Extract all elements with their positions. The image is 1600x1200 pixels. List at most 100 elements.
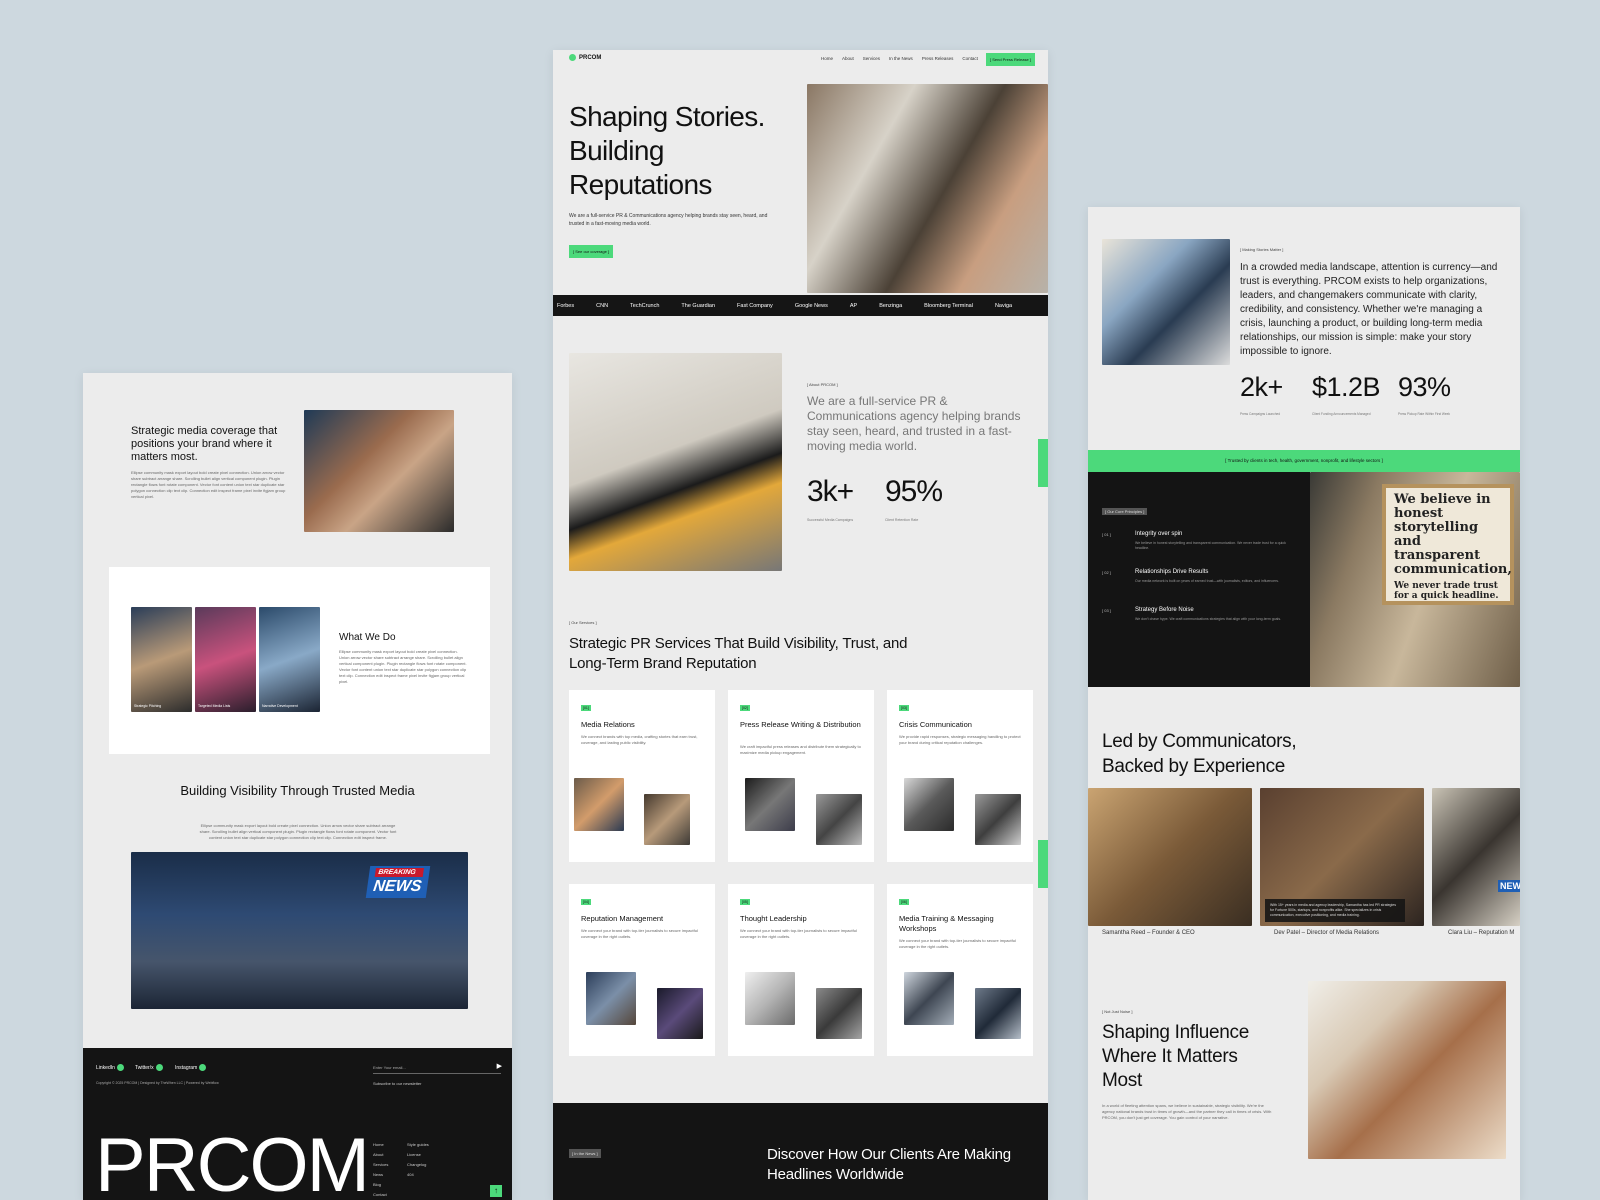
service-body: We connect your brand with top-tier jour…: [899, 938, 1016, 949]
team-photo-clara[interactable]: NEW: [1432, 788, 1520, 926]
nav-about[interactable]: About: [842, 56, 854, 61]
main-nav: Home About Services In the News Press Re…: [821, 56, 978, 61]
service-number: [05]: [740, 899, 750, 905]
hero-title: Shaping Stories. Building Reputations: [569, 101, 765, 200]
not-just-noise-tag: [ Not Just Noise ]: [1102, 1009, 1133, 1014]
stat-press-campaigns: 2k+ Press Campaigns Launched: [1240, 372, 1283, 420]
stat-value: 95%: [885, 475, 943, 508]
logo-fast-company: Fast Company: [737, 302, 773, 309]
about-tag: [ About PRCOM ]: [807, 382, 838, 387]
nav-services[interactable]: Services: [863, 56, 880, 61]
principle-title: Strategy Before Noise: [1135, 607, 1194, 613]
service-body: We connect your brand with top-tier jour…: [581, 928, 698, 939]
newsletter-email-input[interactable]: Enter Your email...: [373, 1065, 501, 1074]
team-name: Clara Liu – Reputation M: [1448, 930, 1515, 936]
stat-value: $1.2B: [1312, 372, 1381, 402]
service-body: We craft impactful press releases and di…: [740, 744, 861, 755]
service-image: [975, 988, 1021, 1039]
principle-number: [ 03 ]: [1102, 608, 1111, 613]
service-card-thought-leadership[interactable]: [05] Thought Leadership We connect your …: [728, 884, 874, 1056]
nav-home[interactable]: Home: [821, 56, 833, 61]
team-photo-samantha[interactable]: [1088, 788, 1252, 926]
footer-link-license[interactable]: License: [407, 1150, 429, 1160]
footer-link-news[interactable]: News: [373, 1170, 388, 1180]
handshake-image: [1102, 239, 1230, 365]
stat-label: Press Pickup Rate Within First Week: [1398, 412, 1451, 416]
back-to-top-button[interactable]: ↑: [490, 1185, 502, 1197]
service-card-media-training[interactable]: [06] Media Training & Messaging Workshop…: [887, 884, 1033, 1056]
side-tab-press[interactable]: [1038, 439, 1048, 487]
service-image: [574, 778, 624, 831]
quote-main: We believe in honest storytelling and tr…: [1394, 492, 1512, 577]
send-arrow-icon[interactable]: ▶: [497, 1062, 502, 1070]
service-title: Thought Leadership: [740, 914, 807, 923]
news-label: NEWS: [372, 878, 423, 895]
side-tab-view-all-services[interactable]: [1038, 840, 1048, 888]
mission-tag: [ Making Stories Matter ]: [1240, 247, 1284, 252]
service-card-press-release[interactable]: [02] Press Release Writing & Distributio…: [728, 690, 874, 862]
linkedin-label: LinkedIn: [96, 1064, 115, 1071]
footer-link-changelog[interactable]: Changelog: [407, 1160, 429, 1170]
team-bio-overlay: With 15+ years in media and agency leade…: [1265, 899, 1405, 922]
stat-client-funding: $1.2B Client Funding Announcements Manag…: [1312, 372, 1381, 420]
logo-text: PRCOM: [579, 54, 602, 61]
core-principles-section: [ Our Core Principles ] [ 01 ] Integrity…: [1088, 472, 1310, 687]
woman-phone-image: [1308, 981, 1506, 1159]
footer-brand-wordmark: PRCOM: [95, 1123, 370, 1200]
visibility-heading: Building Visibility Through Trusted Medi…: [180, 783, 415, 798]
service-title: Reputation Management: [581, 914, 664, 923]
footer-link-home[interactable]: Home: [373, 1140, 388, 1150]
team-photo-dev[interactable]: With 15+ years in media and agency leade…: [1260, 788, 1424, 926]
tile-narrative-development[interactable]: Narrative Development: [259, 607, 320, 712]
service-image: [816, 794, 862, 845]
printer-team-image: [569, 353, 782, 571]
intro-body: Ellipse community mask export layout bol…: [131, 470, 286, 499]
trusted-by-banner: [ Trusted by clients in tech, health, go…: [1088, 450, 1520, 472]
office-quote-image: We believe in honest storytelling and tr…: [1310, 472, 1520, 687]
nav-contact[interactable]: Contact: [962, 56, 978, 61]
principle-body: We believe in honest storytelling and tr…: [1135, 541, 1286, 550]
service-image: [904, 778, 954, 831]
service-image: [816, 988, 862, 1039]
footer-link-contact[interactable]: Contact: [373, 1190, 388, 1200]
see-coverage-button[interactable]: [ See our coverage ]: [569, 245, 614, 258]
arrow-icon: [155, 1064, 163, 1071]
newsletter-label: Subscribe to our newsletter: [373, 1081, 422, 1086]
center-page-preview: PRCOM Home About Services In the News Pr…: [553, 50, 1048, 1200]
service-image: [975, 794, 1021, 845]
tile-strategic-pitching[interactable]: Strategic Pitching: [131, 607, 192, 712]
mic-news-label: NEW: [1498, 880, 1520, 892]
instagram-link[interactable]: Instagram: [175, 1064, 207, 1071]
footer-link-404[interactable]: 404: [407, 1170, 429, 1180]
service-number: [04]: [581, 899, 591, 905]
footer-link-style-guides[interactable]: Style guides: [407, 1140, 429, 1150]
service-card-media-relations[interactable]: [01] Media Relations We connect brands w…: [569, 690, 715, 862]
mission-paragraph: In a crowded media landscape, attention …: [1240, 262, 1498, 357]
arrow-icon: [116, 1064, 124, 1071]
stat-campaigns: 3k+ Successful Media Campaigns: [807, 476, 854, 526]
footer-link-about[interactable]: About: [373, 1150, 388, 1160]
linkedin-link[interactable]: LinkedIn: [96, 1064, 124, 1071]
arrow-icon: [199, 1064, 207, 1071]
principle-body: Our media network is built on years of e…: [1135, 579, 1279, 583]
logo-google-news: Google News: [794, 302, 828, 309]
twitter-link[interactable]: Twitter/x: [135, 1064, 163, 1071]
service-card-crisis-communication[interactable]: [03] Crisis Communication We provide rap…: [887, 690, 1033, 862]
nav-in-the-news[interactable]: In the News: [889, 56, 913, 61]
logo-techcrunch: TechCrunch: [630, 302, 660, 309]
site-footer: LinkedIn Twitter/x Instagram Copyright ©…: [83, 1048, 512, 1200]
stat-label: Client Retention Rate: [885, 518, 919, 522]
tile-label: Targeted Media Lists: [198, 704, 231, 708]
tile-targeted-media-lists[interactable]: Targeted Media Lists: [195, 607, 256, 712]
send-press-release-button[interactable]: [ Send Press Release ]: [986, 53, 1035, 66]
footer-link-blog[interactable]: Blog: [373, 1180, 388, 1190]
stat-label: Client Funding Announcements Managed: [1312, 412, 1371, 416]
brand-logo[interactable]: PRCOM: [569, 54, 601, 61]
footer-link-services[interactable]: Services: [373, 1160, 388, 1170]
principle-number: [ 02 ]: [1102, 570, 1111, 575]
stat-label: Successful Media Campaigns: [807, 518, 854, 522]
stat-retention: 95% Client Retention Rate: [885, 475, 943, 526]
service-image: [745, 778, 795, 831]
service-card-reputation-management[interactable]: [04] Reputation Management We connect yo…: [569, 884, 715, 1056]
nav-press-releases[interactable]: Press Releases: [922, 56, 954, 61]
